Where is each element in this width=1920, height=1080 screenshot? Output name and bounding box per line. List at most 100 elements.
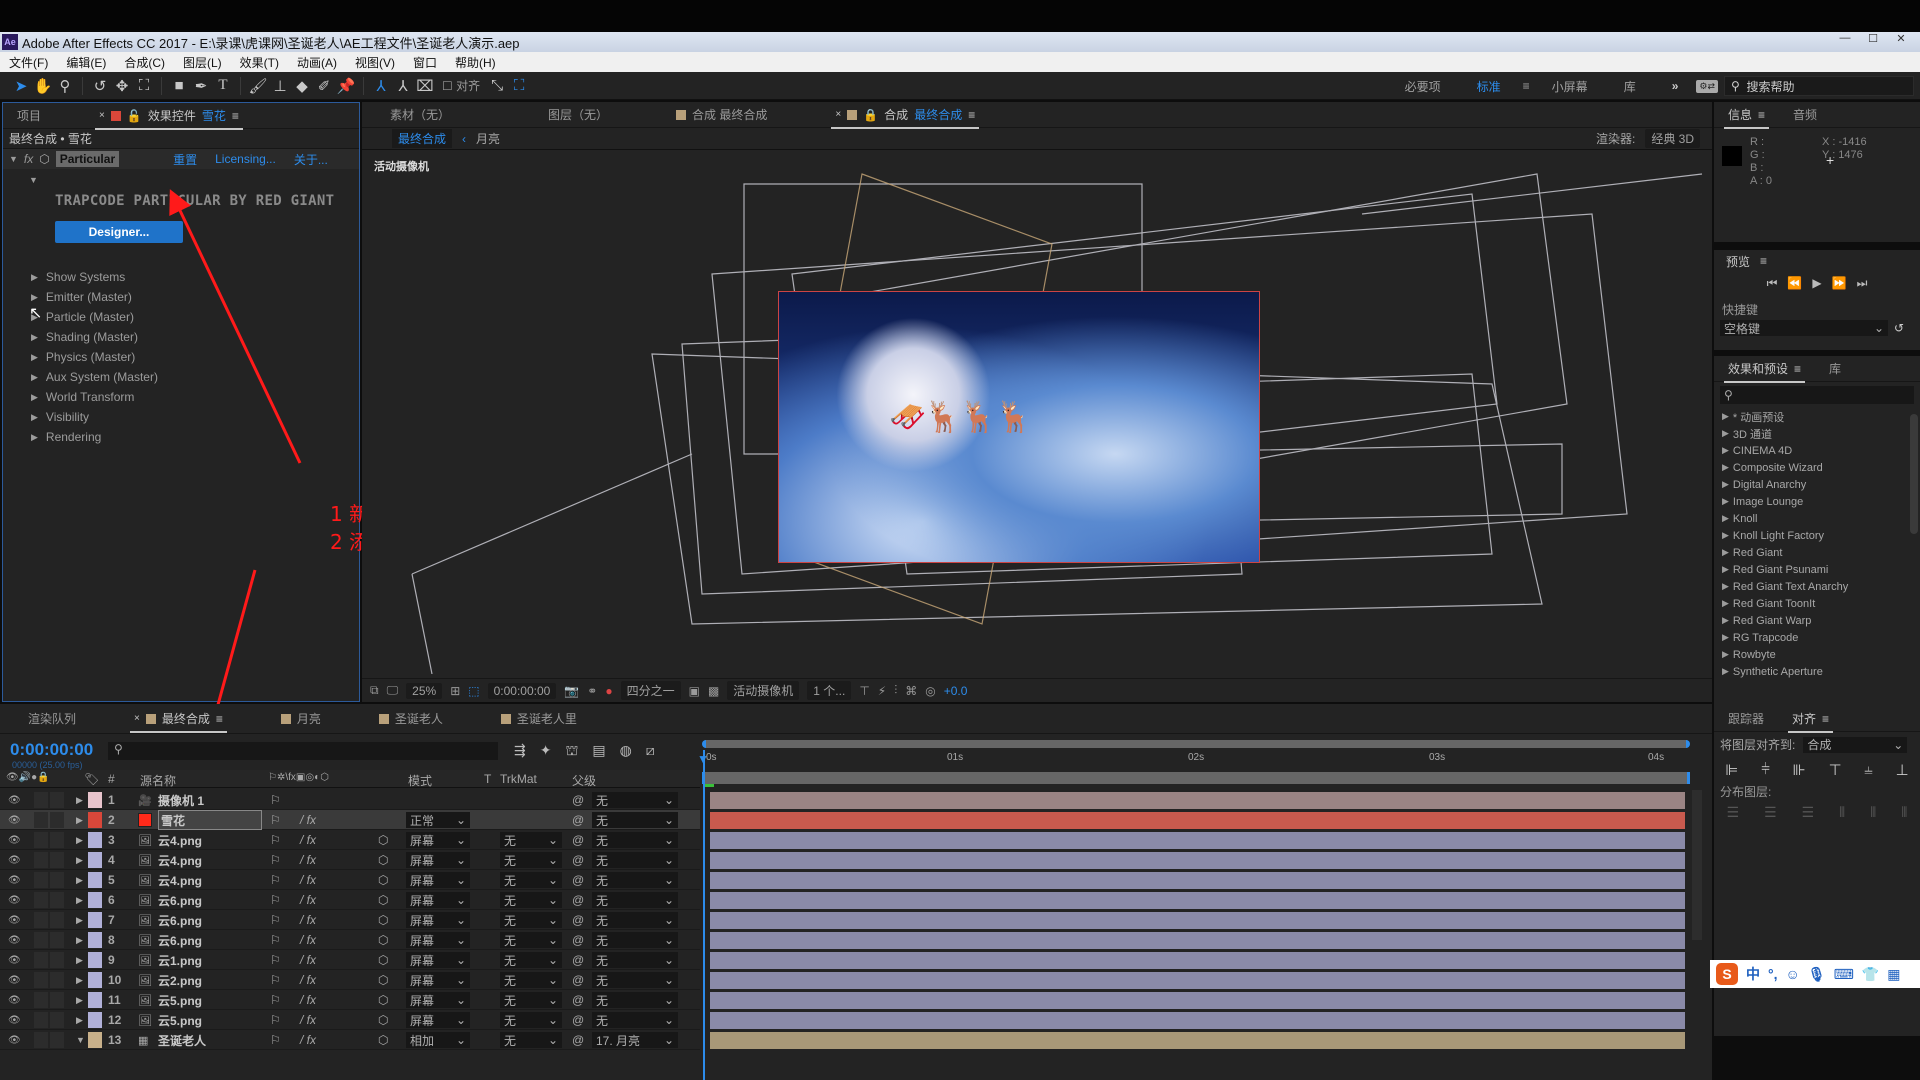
label-color-swatch[interactable]: [88, 892, 102, 908]
lock-switch[interactable]: [50, 832, 64, 848]
trkmat-dropdown[interactable]: 无 ⌄: [500, 952, 562, 968]
shy-switch-icon[interactable]: ⚐: [270, 1030, 281, 1050]
solo-switch[interactable]: [34, 852, 48, 868]
effects-category[interactable]: ▶ Red Giant: [1714, 544, 1920, 561]
layer-row[interactable]: 👁 ▶ 11 🖼 云5.png ⚐ / fx ⬡ 屏幕 ⌄ 无 ⌄ @ 无 ⌄: [0, 990, 700, 1010]
snap-checkbox[interactable]: ☐ 对齐: [436, 75, 486, 97]
expand-triangle-icon[interactable]: ▶: [76, 1010, 83, 1030]
shy-layers-icon[interactable]: ⛫: [565, 742, 578, 761]
layer-duration-bar[interactable]: [710, 832, 1685, 849]
shy-switch-icon[interactable]: ⚐: [270, 890, 281, 910]
blend-mode-dropdown[interactable]: 屏幕 ⌄: [406, 992, 470, 1008]
solo-switch[interactable]: [34, 1032, 48, 1048]
effect-group[interactable]: ▶ Aux System (Master): [3, 367, 359, 387]
pickwhip-icon[interactable]: @: [572, 990, 584, 1010]
workspace-small-screen[interactable]: 小屏幕: [1534, 78, 1606, 95]
effects-category[interactable]: ▶ Knoll: [1714, 510, 1920, 527]
3d-layer-icon[interactable]: ⬡: [378, 1010, 388, 1030]
ime-emoji-icon[interactable]: ☺: [1786, 966, 1800, 982]
roto-brush-tool-icon[interactable]: ✐: [313, 75, 335, 97]
label-color-swatch[interactable]: [88, 1012, 102, 1028]
menu-item-0[interactable]: 文件(F): [0, 54, 57, 71]
pickwhip-icon[interactable]: @: [572, 910, 584, 930]
view-layout-dropdown[interactable]: 1 个...: [807, 681, 852, 700]
expand-triangle-icon[interactable]: ▶: [31, 332, 38, 343]
effects-category[interactable]: ▶ Knoll Light Factory: [1714, 527, 1920, 544]
3d-layer-icon[interactable]: ⬡: [378, 830, 388, 850]
source-name-header[interactable]: 源名称: [140, 772, 176, 789]
close-button[interactable]: ✕: [1888, 32, 1914, 48]
parent-dropdown[interactable]: 无 ⌄: [592, 872, 678, 888]
fx-switch-icon[interactable]: / fx: [300, 970, 316, 990]
solo-switch[interactable]: [34, 872, 48, 888]
dist-vcenter-icon[interactable]: ☰: [1764, 804, 1777, 821]
monitor-icon[interactable]: 🖵: [387, 683, 399, 698]
eye-icon[interactable]: 👁: [8, 870, 21, 890]
collapse-triangle-icon[interactable]: ▼: [9, 154, 18, 164]
fx-switch-icon[interactable]: / fx: [300, 850, 316, 870]
blend-mode-dropdown[interactable]: 相加 ⌄: [406, 1032, 470, 1048]
tab-footage[interactable]: 素材（无）: [376, 106, 464, 123]
layer-row[interactable]: 👁 ▶ 4 🖼 云4.png ⚐ / fx ⬡ 屏幕 ⌄ 无 ⌄ @ 无 ⌄: [0, 850, 700, 870]
pickwhip-icon[interactable]: @: [572, 830, 584, 850]
tab-layer[interactable]: 图层（无）: [534, 106, 622, 123]
fx-switch-icon[interactable]: / fx: [300, 830, 316, 850]
lock-switch[interactable]: [50, 932, 64, 948]
shy-switch-icon[interactable]: ⚐: [270, 910, 281, 930]
fx-switch-icon[interactable]: / fx: [300, 990, 316, 1010]
parent-dropdown[interactable]: 无 ⌄: [592, 932, 678, 948]
solo-switch[interactable]: [34, 952, 48, 968]
snap-feather-icon[interactable]: ⛶: [508, 75, 530, 97]
trkmat-dropdown[interactable]: 无 ⌄: [500, 872, 562, 888]
toggle-pixel-aspect-icon[interactable]: ⊤: [859, 684, 869, 698]
view-axis-icon[interactable]: ⌧: [414, 75, 436, 97]
channel-icon[interactable]: ●: [605, 684, 612, 698]
eye-icon[interactable]: 👁: [8, 850, 21, 870]
layer-row[interactable]: 👁 ▶ 1 🎥 摄像机 1 ⚐ @ 无 ⌄: [0, 790, 700, 810]
shy-switch-icon[interactable]: ⚐: [270, 790, 281, 810]
eye-icon[interactable]: 👁: [8, 1030, 21, 1050]
expand-triangle-icon[interactable]: ▶: [76, 910, 83, 930]
ime-skin-icon[interactable]: 👕: [1862, 966, 1879, 983]
layer-name[interactable]: 云6.png: [158, 890, 202, 910]
transparency-grid-icon[interactable]: ▩: [708, 684, 719, 698]
comp-flowchart-icon[interactable]: ⇶: [514, 742, 526, 761]
ime-keyboard-icon[interactable]: ⌨: [1834, 966, 1854, 983]
expand-triangle-icon[interactable]: ▶: [76, 990, 83, 1010]
first-frame-icon[interactable]: ⏮: [1767, 276, 1778, 291]
motion-blur-icon[interactable]: ◍: [620, 742, 632, 761]
dist-bottom-icon[interactable]: ☰: [1802, 804, 1815, 821]
layer-row[interactable]: 👁 ▼ 13 ▦ 圣诞老人 ⚐ / fx ⬡ 相加 ⌄ 无 ⌄ @17. 月亮 ⌄: [0, 1030, 700, 1050]
close-tab-icon[interactable]: ×: [134, 713, 140, 724]
tab-audio[interactable]: 音频: [1779, 106, 1831, 123]
timeline-tab[interactable]: 渲染队列: [14, 710, 90, 727]
parent-dropdown[interactable]: 无 ⌄: [592, 972, 678, 988]
timeline-tab[interactable]: × 最终合成 ≡: [120, 710, 237, 733]
parent-dropdown[interactable]: 无 ⌄: [592, 1012, 678, 1028]
pickwhip-icon[interactable]: @: [572, 1010, 584, 1030]
expand-triangle-icon[interactable]: ▶: [31, 372, 38, 383]
solo-switch[interactable]: [34, 992, 48, 1008]
fx-switch-icon[interactable]: / fx: [300, 910, 316, 930]
expand-triangle-icon[interactable]: ▶: [31, 352, 38, 363]
effects-category[interactable]: ▶ * 动画预设: [1714, 408, 1920, 425]
workspace-menu-icon[interactable]: ≡: [1519, 79, 1534, 93]
work-area-bar[interactable]: [702, 772, 1690, 784]
zoom-dropdown[interactable]: 25%: [406, 682, 443, 699]
layer-duration-bar[interactable]: [710, 812, 1685, 829]
effect-group[interactable]: ▶ Rendering: [3, 427, 359, 447]
fx-switch-icon[interactable]: / fx: [300, 930, 316, 950]
parent-dropdown[interactable]: 无 ⌄: [592, 892, 678, 908]
ime-chinese-mode[interactable]: 中: [1746, 964, 1760, 984]
eye-icon[interactable]: 👁: [8, 970, 21, 990]
expand-triangle-icon[interactable]: ▶: [31, 292, 38, 303]
align-bottom-icon[interactable]: ⊥: [1896, 761, 1909, 779]
menu-item-3[interactable]: 图层(L): [174, 54, 231, 71]
eye-icon[interactable]: 👁: [8, 830, 21, 850]
align-hcenter-icon[interactable]: ⫩: [1761, 761, 1770, 779]
expand-triangle-icon[interactable]: ▶: [31, 412, 38, 423]
parent-dropdown[interactable]: 无 ⌄: [592, 812, 678, 828]
3d-layer-icon[interactable]: ⬡: [378, 970, 388, 990]
effect-group[interactable]: ▶ Shading (Master): [3, 327, 359, 347]
sogou-logo-icon[interactable]: S: [1716, 963, 1738, 985]
